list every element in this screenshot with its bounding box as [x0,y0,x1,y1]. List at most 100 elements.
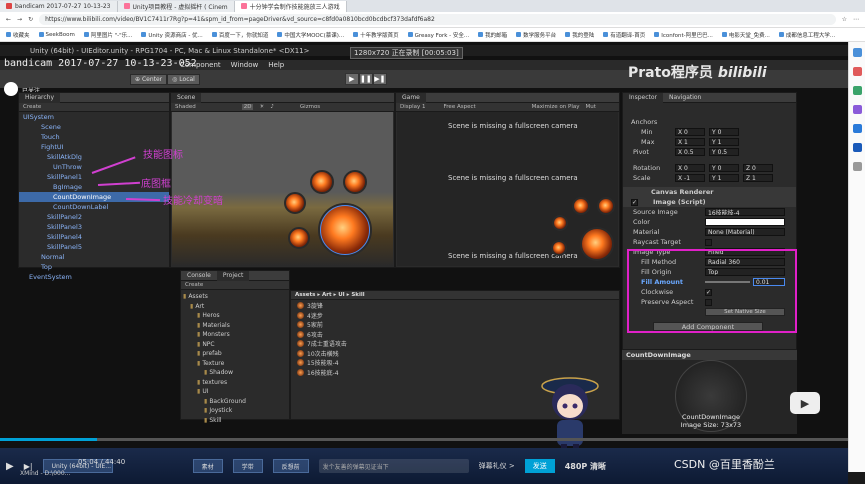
add-icon[interactable] [852,162,862,171]
bookmark-item[interactable]: 有道翻译-首页 [603,31,645,39]
rotation-x-field[interactable]: X 0 [675,164,705,172]
bookmark-item[interactable]: Greasy Fork - 安全... [407,31,469,39]
hierarchy-item[interactable]: EventSystem [19,272,169,282]
bookmark-item[interactable]: 电影天堂_免费... [721,31,770,39]
hierarchy-item[interactable]: SkillPanel2 [19,212,169,222]
scale-y-field[interactable]: Y 1 [709,174,739,182]
min-y-field[interactable]: Y 0 [709,128,739,136]
selected-skill-icon[interactable] [320,205,370,255]
project-folder[interactable]: ▮ BackGround [181,397,289,407]
hierarchy-item[interactable]: Touch [19,132,169,142]
scale-x-field[interactable]: X -1 [675,174,705,182]
bookmark-item[interactable]: 中国大学MOOC(慕课)... [277,31,344,39]
shaded-dropdown[interactable]: Shaded [175,104,196,110]
hierarchy-item[interactable]: SkillPanel3 [19,222,169,232]
browser-tab[interactable]: bandicam 2017-07-27 10-13-23 [0,0,118,12]
display-dropdown[interactable]: Display 1 [400,104,426,110]
material-field[interactable]: None (Material) [705,228,785,236]
menu-window[interactable]: Window [231,61,259,69]
office-icon[interactable] [852,124,862,133]
bookmark-item[interactable]: 百度一下，你就知道 [211,31,268,39]
hierarchy-item[interactable]: Scene [19,122,169,132]
bookmark-item[interactable]: 收藏夹 [6,31,30,39]
taskbar-item[interactable]: 素材 [192,459,223,473]
send-button[interactable]: 发送 [524,459,555,473]
bookmark-item[interactable]: 数学服务平台 [516,31,556,39]
project-asset[interactable]: 6攻击 [297,330,613,340]
favorites-icon[interactable] [852,67,862,76]
mute-toggle[interactable]: Mut [586,104,596,110]
project-folder[interactable]: ▮ prefab [181,349,289,359]
etiquette-link[interactable]: 弹幕礼仪 > [479,461,515,471]
project-asset[interactable]: 3旋锋 [297,301,613,311]
quality-selector[interactable]: 480P 清晰 [565,461,606,472]
light-icon[interactable]: ☀ [259,104,264,110]
scale-z-field[interactable]: Z 1 [743,174,773,182]
project-folder[interactable]: ▮ Monsters [181,330,289,340]
image-script-header[interactable]: ✓ Image (Script) [623,197,796,207]
taskbar-item[interactable]: 学带 [232,459,263,473]
min-x-field[interactable]: X 0 [675,128,705,136]
danmaku-input[interactable]: 发个友善的弹幕见证当下 [318,459,469,473]
project-folder[interactable]: ▮ Materials [181,321,289,331]
bookmark-item[interactable]: 十年教学版首页 [353,31,399,39]
canvas-renderer-header[interactable]: Canvas Renderer [623,187,796,197]
project-folder[interactable]: ▮ Assets [181,292,289,302]
anchors-foldout[interactable]: Anchors [623,117,796,127]
search-icon[interactable] [852,48,862,57]
play-overlay-icon[interactable]: ▶ [790,392,820,414]
hierarchy-item[interactable]: CountDownLabel [19,202,169,212]
browser-tab[interactable]: Unity项目教程 - 虚拟摇杆 ( Cinem [117,0,235,12]
url-field[interactable]: https://www.bilibili.com/video/BV1C7411r… [39,14,836,25]
tab-console[interactable]: Console [181,271,217,281]
project-folder[interactable]: ▮ textures [181,378,289,388]
project-folder[interactable]: ▮ Art [181,302,289,312]
project-asset[interactable]: 7成士重语攻击 [297,339,613,349]
taskbar-item[interactable]: 反想前 [272,459,309,473]
outlook-icon[interactable] [852,143,862,152]
hierarchy-item[interactable]: Normal [19,252,169,262]
progress-track[interactable] [0,438,848,441]
create-dropdown[interactable]: Create [23,104,41,110]
project-create-dropdown[interactable]: Create [185,282,203,288]
rotation-z-field[interactable]: Z 0 [743,164,773,172]
star-icon[interactable]: ☆ [842,16,847,23]
bookmark-item[interactable]: 我的邮箱 [478,31,507,39]
center-toggle[interactable]: ⊕ Center [130,73,168,85]
project-folder[interactable]: ▮ UI [181,387,289,397]
tab-project[interactable]: Project [216,270,250,281]
hierarchy-item[interactable]: SkillPanel4 [19,232,169,242]
bookmark-item[interactable]: 成都信息工程大学... [778,31,835,39]
local-toggle[interactable]: ◎ Local [167,73,200,85]
project-folder[interactable]: ▮ NPC [181,340,289,350]
bookmark-item[interactable]: Iconfont-阿里巴巴... [654,31,713,39]
max-x-field[interactable]: X 1 [675,138,705,146]
image-enabled-checkbox[interactable]: ✓ [631,198,638,206]
reload-icon[interactable]: ↻ [28,16,33,23]
hierarchy-item[interactable]: Top [19,262,169,272]
xmind-task[interactable]: XMind - D:\000... [20,470,70,477]
bookmark-item[interactable]: 我的登陆 [565,31,594,39]
forward-icon[interactable]: → [17,16,22,23]
hierarchy-item[interactable]: SkillPanel5 [19,242,169,252]
games-icon[interactable] [852,105,862,114]
pivot-x-field[interactable]: X 0.5 [675,148,705,156]
color-field[interactable] [705,218,785,226]
browser-tab-active[interactable]: 十分钟学会制作技能施放三人游戏 [234,0,347,12]
project-asset[interactable]: 10次击横残 [297,349,613,359]
tab-game[interactable]: Game [396,92,426,103]
hierarchy-item[interactable]: UISystem [19,112,169,122]
play-pause-icon[interactable]: ▶ [6,461,14,472]
maximize-toggle[interactable]: Maximize on Play [532,104,580,110]
raycast-checkbox[interactable] [705,238,712,246]
uploader-avatar[interactable] [4,82,18,96]
aspect-dropdown[interactable]: Free Aspect [444,104,476,110]
gizmos-dropdown[interactable]: Gizmos [300,104,320,110]
tab-scene[interactable]: Scene [171,92,202,103]
project-folder[interactable]: ▮ Joystick [181,406,289,416]
source-image-field[interactable]: 16技能技-4 [705,208,785,216]
menu-help[interactable]: Help [268,61,284,69]
pause-icon[interactable]: ❚❚ [358,73,373,85]
back-icon[interactable]: ← [6,16,11,23]
max-y-field[interactable]: Y 1 [709,138,739,146]
